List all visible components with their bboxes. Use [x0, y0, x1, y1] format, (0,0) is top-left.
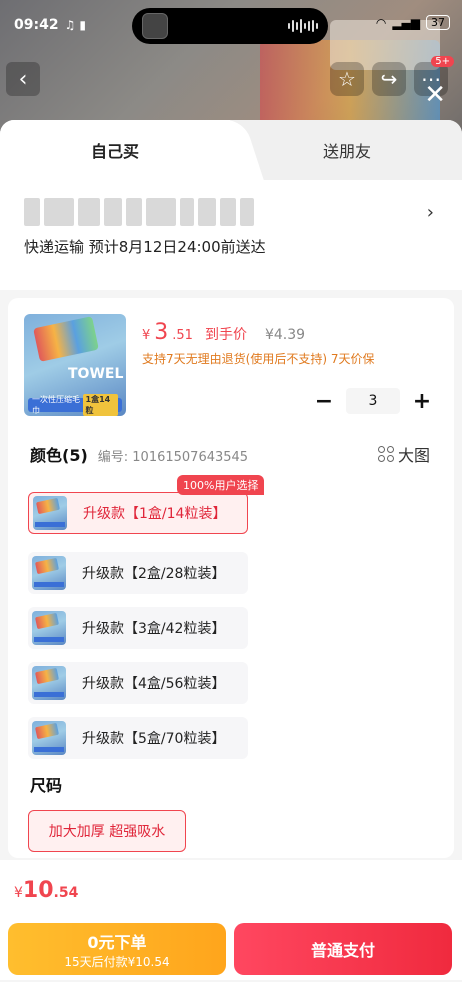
color-option-5[interactable]: 升级款【5盒/70粒装】: [28, 717, 248, 759]
variant-thumbnail: [32, 666, 66, 700]
share-button[interactable]: ↪: [372, 62, 406, 96]
address-blurred: [24, 198, 438, 226]
color-title: 颜色(5): [30, 446, 88, 465]
variant-label: 升级款【5盒/70粒装】: [82, 731, 226, 747]
color-option-1[interactable]: 100%用户选择 升级款【1盒/14粒装】: [28, 475, 265, 534]
purchase-sheet: 自己买 送朋友 › 快递运输 预计8月12日24:00前送达 TOWEL 一次性…: [0, 120, 462, 982]
color-option-3[interactable]: 升级款【3盒/42粒装】: [28, 607, 248, 649]
favorite-button[interactable]: ☆: [330, 62, 364, 96]
pay-later-subtitle: 15天后付款¥10.54: [64, 955, 170, 969]
pay-later-button[interactable]: 0元下单 15天后付款¥10.54: [8, 923, 226, 975]
address-section[interactable]: › 快递运输 预计8月12日24:00前送达: [0, 180, 462, 290]
total-integer: 10: [22, 878, 54, 903]
variant-label: 升级款【2盒/28粒装】: [82, 566, 226, 582]
tab-gift-to-friend-label: 送朋友: [322, 142, 371, 161]
battery-indicator: 37: [426, 15, 450, 30]
close-icon: ✕: [424, 80, 446, 110]
total-currency: ¥: [14, 885, 23, 901]
chevron-left-icon: ‹: [18, 66, 28, 92]
normal-pay-button[interactable]: 普通支付: [234, 923, 452, 975]
status-time: 09:42: [14, 17, 59, 33]
variant-thumbnail: [33, 496, 67, 530]
status-left-icons: ♫ ▮: [65, 18, 86, 32]
product-thumb-bar-left: 一次性压缩毛巾: [32, 395, 80, 415]
star-icon: ☆: [338, 67, 356, 91]
audio-wave-icon: [288, 19, 318, 33]
checkout-bar: ¥ 10 .54 0元下单 15天后付款¥10.54 普通支付: [0, 860, 462, 980]
product-thumb-bar: 一次性压缩毛巾 1盒14粒: [28, 394, 122, 416]
share-icon: ↪: [380, 67, 398, 91]
original-price: ¥4.39: [264, 327, 306, 343]
total-decimal: .54: [53, 885, 79, 901]
headphones-icon: ♫: [64, 18, 76, 32]
increase-quantity-button[interactable]: +: [410, 389, 434, 414]
price-currency: ¥: [142, 328, 151, 343]
quantity-stepper: − 3 +: [312, 388, 434, 414]
color-header: 颜色(5) 编号: 10161507643545: [30, 442, 248, 466]
decrease-quantity-button[interactable]: −: [312, 389, 336, 414]
tab-buy-for-self-label: 自己买: [90, 142, 139, 161]
size-option[interactable]: 加大加厚 超强吸水: [28, 810, 186, 852]
close-button[interactable]: ✕: [424, 80, 446, 110]
big-view-label: 大图: [397, 446, 430, 465]
variant-label: 升级款【1盒/14粒装】: [83, 506, 227, 522]
price-tag: 到手价: [204, 327, 247, 343]
product-thumb-bar-right: 1盒14粒: [82, 394, 118, 416]
tab-gift-to-friend[interactable]: 送朋友: [232, 120, 462, 180]
dynamic-island: [132, 8, 328, 44]
tab-buy-for-self[interactable]: 自己买: [0, 120, 230, 180]
variant-label: 升级款【4盒/56粒装】: [82, 676, 226, 692]
big-view-button[interactable]: 大图: [377, 442, 430, 466]
signal-icon: ▂▄▆: [392, 15, 420, 30]
color-option-2[interactable]: 升级款【2盒/28粒装】: [28, 552, 248, 594]
quantity-input[interactable]: 3: [346, 388, 400, 414]
price-row: ¥ 3 .51 到手价 ¥4.39: [142, 320, 305, 345]
back-button[interactable]: ‹: [6, 62, 40, 96]
media-avatar: [142, 13, 168, 39]
status-right: ◠ ▂▄▆ 37: [376, 15, 450, 30]
delivery-estimate: 快递运输 预计8月12日24:00前送达: [24, 238, 266, 256]
variant-thumbnail: [32, 721, 66, 755]
notification-badge: 5+: [431, 56, 454, 67]
product-thumb-label: TOWEL: [68, 366, 124, 382]
purchase-tabs: 自己买 送朋友: [0, 120, 462, 180]
chevron-right-icon: ›: [426, 202, 434, 223]
price-integer: 3: [154, 320, 169, 345]
price-decimal: .51: [172, 328, 193, 343]
preferred-tag: 100%用户选择: [177, 475, 265, 495]
color-option-4[interactable]: 升级款【4盒/56粒装】: [28, 662, 248, 704]
product-card: TOWEL 一次性压缩毛巾 1盒14粒 ¥ 3 .51 到手价 ¥4.39 支持…: [8, 298, 454, 858]
wifi-icon: ◠: [375, 15, 387, 30]
sim-icon: ▮: [79, 18, 86, 32]
variant-thumbnail: [32, 556, 66, 590]
return-guarantee: 支持7天无理由退货(使用后不支持) 7天价保: [142, 352, 375, 366]
grid-icon: [377, 446, 394, 462]
product-code: 编号: 10161507643545: [97, 450, 249, 465]
variant-label: 升级款【3盒/42粒装】: [82, 621, 226, 637]
product-pack-graphic: [33, 316, 99, 362]
pay-later-title: 0元下单: [87, 933, 147, 952]
size-title: 尺码: [30, 776, 63, 795]
total-price: ¥ 10 .54: [14, 878, 78, 903]
product-thumbnail[interactable]: TOWEL 一次性压缩毛巾 1盒14粒: [24, 314, 126, 416]
variant-thumbnail: [32, 611, 66, 645]
